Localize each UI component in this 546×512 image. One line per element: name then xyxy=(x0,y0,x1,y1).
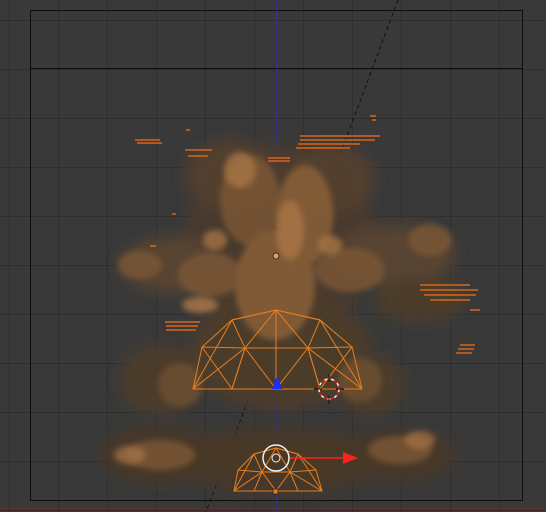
scene-canvas[interactable] xyxy=(0,0,546,512)
3d-viewport[interactable] xyxy=(0,0,546,512)
smoke-volume[interactable] xyxy=(100,140,465,492)
object-origin-dot[interactable] xyxy=(272,252,280,260)
small-object-origin[interactable] xyxy=(272,488,279,495)
